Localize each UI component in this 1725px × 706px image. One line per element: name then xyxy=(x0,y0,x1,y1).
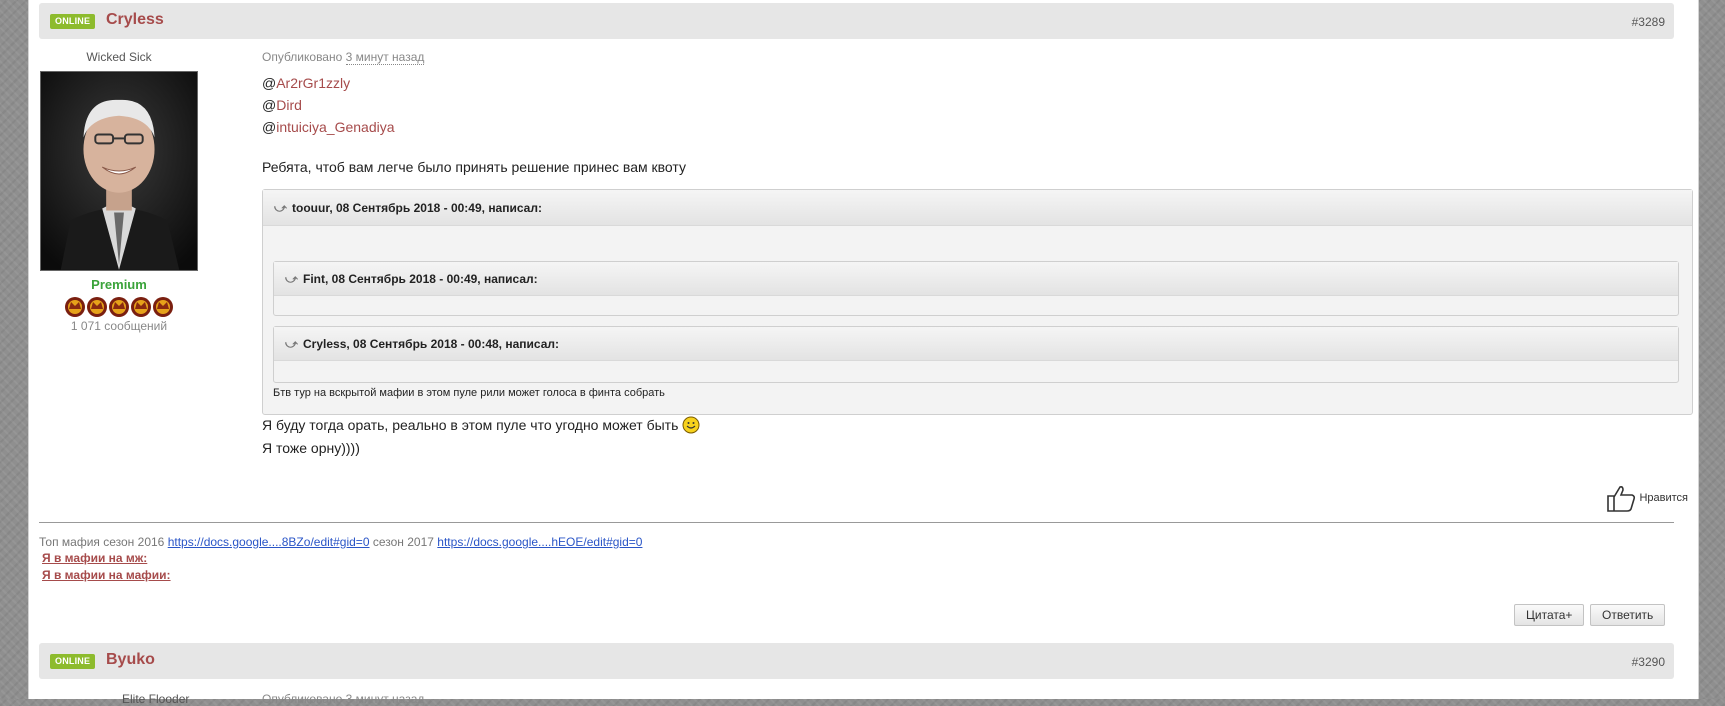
mention-link[interactable]: Ar2rGr1zzly xyxy=(276,75,350,91)
mention-link[interactable]: intuiciya_Genadiya xyxy=(276,119,394,135)
avatar[interactable] xyxy=(40,71,198,271)
signature-text: Топ мафия сезон 2016 xyxy=(39,535,165,549)
posted-date: Опубликовано 3 минут назад xyxy=(262,50,1692,65)
quote-citation-text: Cryless, 08 Сентябрь 2018 - 00:48, напис… xyxy=(303,337,560,351)
mentions: @Ar2rGr1zzly @Dird @intuiciya_Genadiya xyxy=(262,72,1692,138)
quote-citation: ⤻ toouur, 08 Сентябрь 2018 - 00:49, напис… xyxy=(263,190,1692,226)
quote-icon: ⤻ xyxy=(274,201,287,215)
like-label: Нравится xyxy=(1639,492,1688,504)
mention: @Ar2rGr1zzly xyxy=(262,72,1692,94)
at-sign: @ xyxy=(262,119,277,135)
posted-prefix: Опубликовано xyxy=(262,50,343,64)
crown-icon xyxy=(153,297,173,317)
rank-title: Elite Flooder xyxy=(122,692,190,706)
forum-frame: ONLINE Cryless #3289 Wicked Sick Premium xyxy=(28,0,1699,706)
online-badge: ONLINE xyxy=(50,654,96,669)
mention: @Dird xyxy=(262,94,1692,116)
quote-icon: ⤻ xyxy=(285,272,298,286)
crown-icon xyxy=(65,297,85,317)
post-text-line: Я буду тогда орать, реально в этом пуле … xyxy=(262,417,679,433)
post-count: 1 071 сообщений xyxy=(70,319,168,333)
at-sign: @ xyxy=(262,97,277,113)
posted-ago: 3 минут назад xyxy=(345,50,425,65)
signature-divider xyxy=(39,522,1674,523)
author-sidebar: Wicked Sick Premium 1 071 сообщений xyxy=(39,50,199,333)
quote-block: ⤻ toouur, 08 Сентябрь 2018 - 00:49, напис… xyxy=(262,189,1693,415)
rank-title: Wicked Sick xyxy=(86,50,152,64)
crown-icon xyxy=(109,297,129,317)
member-group: Premium xyxy=(91,277,147,292)
mention: @intuiciya_Genadiya xyxy=(262,116,1692,138)
nested-quote: ⤻ Fint, 08 Сентябрь 2018 - 00:49, написал… xyxy=(273,261,1679,316)
posted-date: Опубликовано 3 минут назад xyxy=(262,692,425,706)
post-header: ONLINE Byuko #3290 xyxy=(39,643,1674,679)
rank-crowns xyxy=(39,294,199,318)
smiley-icon xyxy=(682,416,700,434)
mention-link[interactable]: Dird xyxy=(276,97,302,113)
crown-icon xyxy=(87,297,107,317)
post-number-link[interactable]: #3289 xyxy=(1632,15,1665,29)
online-badge: ONLINE xyxy=(50,14,96,29)
quote-citation-text: toouur, 08 Сентябрь 2018 - 00:49, написа… xyxy=(292,201,542,215)
thumbs-up-icon xyxy=(1607,486,1636,512)
post-text: Я буду тогда орать, реально в этом пуле … xyxy=(262,414,700,436)
quote-citation: ⤻ Cryless, 08 Сентябрь 2018 - 00:48, напи… xyxy=(274,327,1678,361)
signature-link-mzh[interactable]: Я в мафии на мж: xyxy=(42,551,147,565)
crown-icon xyxy=(131,297,151,317)
quote-citation: ⤻ Fint, 08 Сентябрь 2018 - 00:49, написал… xyxy=(274,262,1678,296)
quote-text: Бтв тур на вскрытой мафии в этом пуле ри… xyxy=(273,387,665,399)
author-name-link[interactable]: Byuko xyxy=(106,651,155,669)
signature-link[interactable]: https://docs.google....hEOE/edit#gid=0 xyxy=(437,535,642,549)
nested-quote: ⤻ Cryless, 08 Сентябрь 2018 - 00:48, напи… xyxy=(273,326,1679,383)
post-text: Ребята, чтоб вам легче было принять реше… xyxy=(262,159,686,175)
quote-icon: ⤻ xyxy=(285,337,298,351)
quote-citation-text: Fint, 08 Сентябрь 2018 - 00:49, написал: xyxy=(303,272,538,286)
signature-link-mafia[interactable]: Я в мафии на мафии: xyxy=(42,568,171,582)
signature-text: сезон 2017 xyxy=(372,535,434,549)
post-number-link[interactable]: #3290 xyxy=(1632,655,1665,669)
like-button[interactable]: Нравится xyxy=(1606,484,1688,512)
at-sign: @ xyxy=(262,75,277,91)
signature-link[interactable]: https://docs.google....8BZo/edit#gid=0 xyxy=(168,535,370,549)
reply-button[interactable]: Ответить xyxy=(1590,604,1666,626)
post-text: Я тоже орну)))) xyxy=(262,440,360,456)
post-content: Опубликовано 3 минут назад @Ar2rGr1zzly … xyxy=(262,50,1693,456)
signature-line: Топ мафия сезон 2016 https://docs.google… xyxy=(39,535,642,549)
multiquote-button[interactable]: Цитата+ xyxy=(1514,604,1585,626)
author-name-link[interactable]: Cryless xyxy=(106,11,164,29)
post-header: ONLINE Cryless #3289 xyxy=(39,3,1674,39)
